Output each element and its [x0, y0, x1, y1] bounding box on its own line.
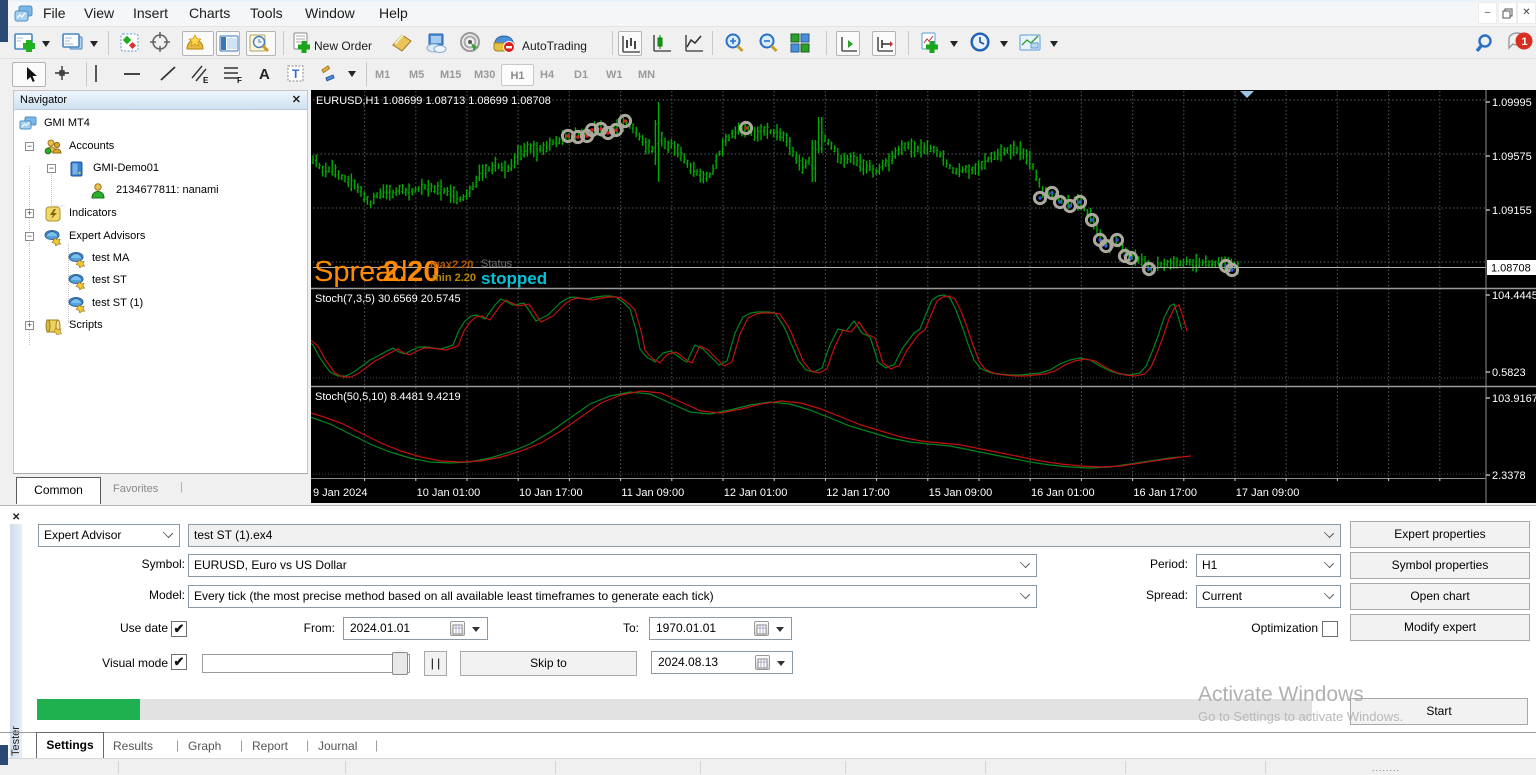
- svg-text:9 Jan 2024: 9 Jan 2024: [313, 487, 367, 499]
- svg-text:16 Jan 17:00: 16 Jan 17:00: [1133, 487, 1197, 499]
- svg-text:2.3378: 2.3378: [1492, 470, 1526, 482]
- svg-text:1.09995: 1.09995: [1492, 97, 1532, 109]
- svg-text:11 Jan 09:00: 11 Jan 09:00: [621, 487, 684, 499]
- svg-text:F: F: [237, 76, 242, 85]
- svg-text:Stoch(7,3,5) 30.6569 20.5745: Stoch(7,3,5) 30.6569 20.5745: [315, 293, 461, 305]
- svg-text:10 Jan 17:00: 10 Jan 17:00: [519, 487, 583, 499]
- svg-text:A: A: [259, 66, 270, 83]
- svg-text:17 Jan 09:00: 17 Jan 09:00: [1236, 487, 1300, 499]
- svg-text:1: 1: [1522, 36, 1528, 48]
- svg-text:1.09155: 1.09155: [1492, 205, 1532, 217]
- svg-text:stopped: stopped: [481, 269, 547, 288]
- svg-text:104.4445: 104.4445: [1492, 290, 1536, 302]
- svg-text:EURUSD,H1 1.08699 1.08713 1.0: EURUSD,H1 1.08699 1.08713 1.08699 1.0870…: [316, 95, 551, 107]
- svg-text:12 Jan 01:00: 12 Jan 01:00: [724, 487, 788, 499]
- svg-text:103.9167: 103.9167: [1492, 393, 1536, 405]
- svg-text:10 Jan 01:00: 10 Jan 01:00: [417, 487, 481, 499]
- svg-text:0.5823: 0.5823: [1492, 367, 1526, 379]
- svg-text:Stoch(50,5,10) 8.4481 9.4219: Stoch(50,5,10) 8.4481 9.4219: [315, 391, 461, 403]
- svg-text:max2.20: max2.20: [430, 259, 473, 271]
- svg-text:1.08708: 1.08708: [1491, 263, 1531, 275]
- svg-text:T: T: [292, 67, 300, 81]
- svg-text:min 2.20: min 2.20: [432, 272, 476, 284]
- svg-text:15 Jan 09:00: 15 Jan 09:00: [929, 487, 993, 499]
- svg-text:E: E: [203, 76, 209, 85]
- svg-text:16 Jan 01:00: 16 Jan 01:00: [1031, 487, 1095, 499]
- svg-text:1.09575: 1.09575: [1492, 151, 1532, 163]
- svg-text:12 Jan 17:00: 12 Jan 17:00: [826, 487, 890, 499]
